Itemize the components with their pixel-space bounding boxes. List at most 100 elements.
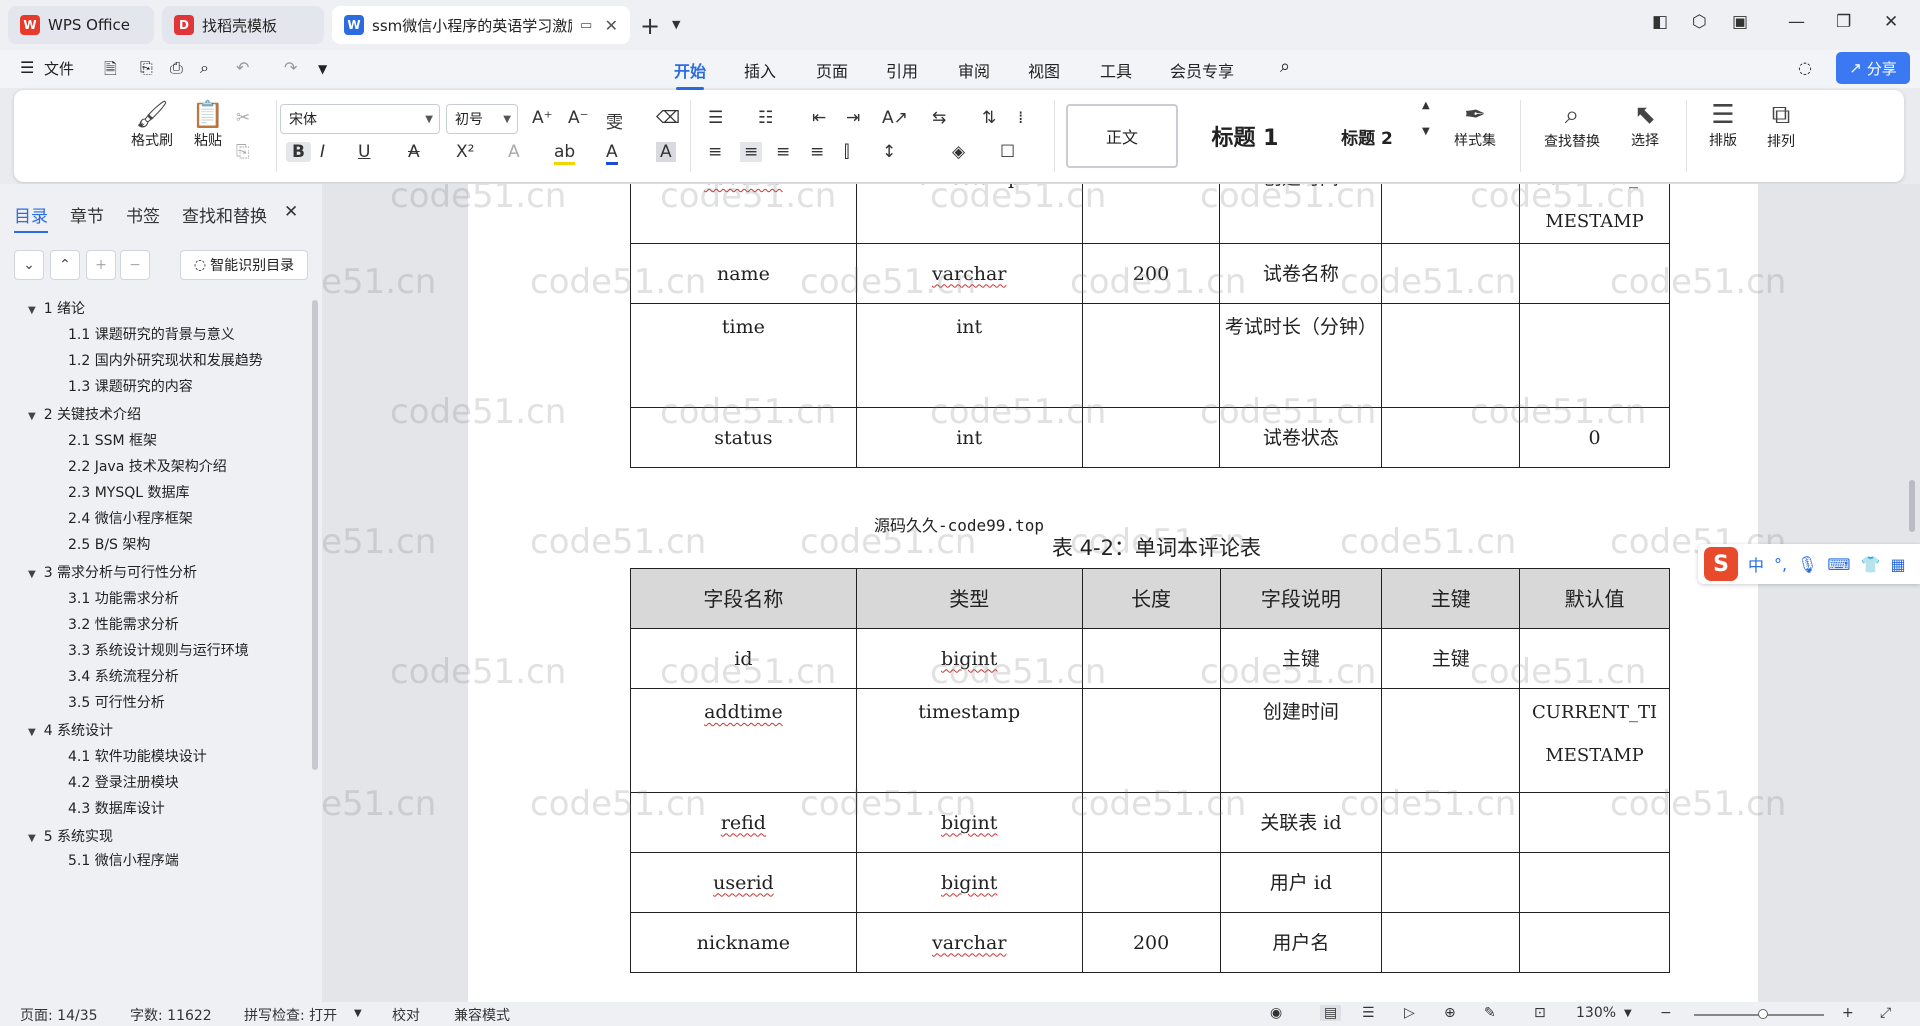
toc-item[interactable]: ▼ 2 关键技术介绍 [28, 404, 141, 424]
tab-template[interactable]: D 找稻壳模板 [162, 6, 324, 44]
table-cell[interactable]: timestamp [855, 184, 1083, 244]
keyboard-icon[interactable]: ⌨ [1827, 555, 1850, 574]
plus-icon[interactable]: + [86, 250, 116, 280]
table-cell[interactable]: bigint [855, 628, 1083, 689]
toc-item[interactable]: 2.5 B/S 架构 [68, 534, 150, 554]
align-center-icon[interactable]: ≡ [740, 142, 763, 162]
char-shading-icon[interactable]: A [656, 142, 676, 162]
table-cell[interactable] [1519, 852, 1670, 913]
zoom-out-icon[interactable]: − [1660, 1005, 1672, 1021]
chat-icon[interactable]: ◌ [1798, 58, 1812, 77]
arrange-button[interactable]: ⧉ 排列 [1754, 100, 1808, 151]
style-heading2[interactable]: 标题 2 [1314, 104, 1420, 168]
table-cell[interactable] [1519, 303, 1670, 408]
menu-view[interactable]: 视图 [1028, 58, 1060, 82]
underline-icon[interactable]: U [358, 142, 370, 162]
distribute-icon[interactable]: ⫿ [844, 142, 849, 162]
panel-tab-find[interactable]: 查找和替换 [182, 202, 267, 227]
sort-icon[interactable]: ⇅ [982, 108, 996, 128]
spell-check[interactable]: 拼写检查: 打开 [244, 1005, 337, 1025]
style-set-button[interactable]: ✒ 样式集 [1444, 100, 1506, 150]
file-menu[interactable]: 文件 [44, 58, 74, 79]
zoom-slider-handle[interactable] [1758, 1009, 1768, 1019]
panel-scrollbar[interactable] [312, 300, 318, 770]
font-name-select[interactable]: 宋体 ▼ [280, 104, 440, 134]
table-cell[interactable] [1519, 243, 1670, 304]
select-button[interactable]: ⬉ 选择 [1618, 100, 1672, 150]
table-cell[interactable]: int [855, 407, 1083, 468]
table-cell[interactable]: int [855, 303, 1083, 408]
play-icon[interactable]: ▷ [1404, 1005, 1415, 1021]
tab-document[interactable]: W ssm微信小程序的英语学习激励 ▭ ✕ [332, 6, 630, 44]
share-button[interactable]: ↗ 分享 [1836, 52, 1910, 84]
scroll-thumb[interactable] [1909, 480, 1915, 532]
font-size-select[interactable]: 初号 ▼ [446, 104, 518, 134]
chevron-down-icon[interactable]: ▼ [354, 1008, 362, 1019]
table-cell[interactable] [1381, 243, 1521, 304]
eraser-icon[interactable]: ⌫ [656, 108, 680, 128]
page-view-icon[interactable]: ▤ [1320, 1005, 1342, 1021]
undo-icon[interactable]: ↶ [236, 58, 249, 77]
ime-toolbar[interactable]: S 中 °, 🎙 ⌨ 👕 ▦ [1698, 544, 1920, 584]
chevron-up-icon[interactable]: ▲ [1422, 100, 1430, 111]
print-icon[interactable]: ⎙ [170, 58, 183, 78]
chevron-down-icon[interactable]: ▼ [672, 18, 680, 31]
toc-item[interactable]: 2.3 MYSQL 数据库 [68, 482, 190, 502]
outline-view-icon[interactable]: ☰ [1362, 1005, 1375, 1021]
toc-item[interactable]: 2.1 SSM 框架 [68, 430, 157, 450]
table-cell[interactable]: varchar [855, 912, 1083, 973]
table-header-cell[interactable]: 类型 [855, 568, 1083, 629]
zoom-in-icon[interactable]: + [1842, 1005, 1854, 1021]
table-cell[interactable]: nickname [630, 912, 857, 973]
cube-icon[interactable]: ⬡ [1692, 12, 1707, 32]
grid-icon[interactable]: ▦ [1890, 555, 1905, 574]
table-cell[interactable]: timestamp [855, 688, 1083, 793]
menu-reference[interactable]: 引用 [886, 58, 918, 82]
numbered-list-icon[interactable]: ☷ [758, 108, 773, 128]
toc-item[interactable]: 2.4 微信小程序框架 [68, 508, 193, 528]
close-icon[interactable]: ✕ [605, 16, 618, 35]
table-cell[interactable] [1081, 303, 1221, 408]
table-cell[interactable] [1519, 912, 1670, 973]
text-effect-icon[interactable]: A [508, 142, 520, 162]
table-header-cell[interactable]: 默认值 [1519, 568, 1670, 629]
chevron-down-icon[interactable]: ▼ [1422, 126, 1430, 137]
line-spacing-icon[interactable]: ↕ [882, 142, 896, 162]
table-header-cell[interactable]: 字段说明 [1219, 568, 1383, 629]
italic-icon[interactable]: I [320, 142, 325, 162]
text-direction-icon[interactable]: A↗ [882, 108, 908, 128]
table-header-cell[interactable]: 长度 [1081, 568, 1221, 629]
table-cell[interactable]: 用户 id [1219, 852, 1383, 913]
increase-indent-icon[interactable]: ⇥ [846, 108, 860, 128]
table-cell[interactable]: id [630, 628, 857, 689]
toc-item[interactable]: ▼ 4 系统设计 [28, 720, 113, 740]
cut-icon[interactable]: ✂ [236, 108, 250, 128]
copy-icon[interactable]: ⎘ [236, 142, 250, 162]
toc-item[interactable]: 1.1 课题研究的背景与意义 [68, 324, 235, 344]
tab-wps-office[interactable]: W WPS Office [8, 6, 154, 44]
swap-icon[interactable]: ⇆ [932, 108, 946, 128]
restore-icon[interactable]: ❐ [1836, 12, 1851, 32]
toc-item[interactable]: 1.2 国内外研究现状和发展趋势 [68, 350, 263, 370]
table-cell[interactable]: 主键 [1381, 628, 1521, 689]
bullet-list-icon[interactable]: ☰ [708, 108, 723, 128]
chevron-down-icon[interactable]: ▼ [318, 62, 327, 76]
shading-icon[interactable]: ◈ [952, 142, 965, 162]
font-color-icon[interactable]: A [606, 142, 618, 165]
table-cell[interactable]: varchar [855, 243, 1083, 304]
export-icon[interactable]: ⎘ [140, 58, 153, 78]
toc-item[interactable]: 4.2 登录注册模块 [68, 772, 179, 792]
table-cell[interactable]: userid [630, 852, 857, 913]
page-indicator[interactable]: 页面: 14/35 [20, 1005, 98, 1025]
bold-icon[interactable]: B [286, 142, 311, 162]
web-view-icon[interactable]: ⊕ [1444, 1005, 1456, 1021]
decrease-indent-icon[interactable]: ⇤ [812, 108, 826, 128]
table-cell[interactable]: 考试时长（分钟） [1219, 303, 1383, 408]
menu-home[interactable]: 开始 [674, 58, 706, 90]
table-cell[interactable] [1381, 792, 1521, 853]
vertical-scrollbar[interactable] [1906, 184, 1920, 1002]
toc-item[interactable]: 4.3 数据库设计 [68, 798, 165, 818]
toc-item[interactable]: 5.1 微信小程序端 [68, 850, 179, 870]
chevron-down-icon[interactable]: ⌄ [14, 250, 44, 280]
proof-button[interactable]: 校对 [392, 1005, 420, 1025]
